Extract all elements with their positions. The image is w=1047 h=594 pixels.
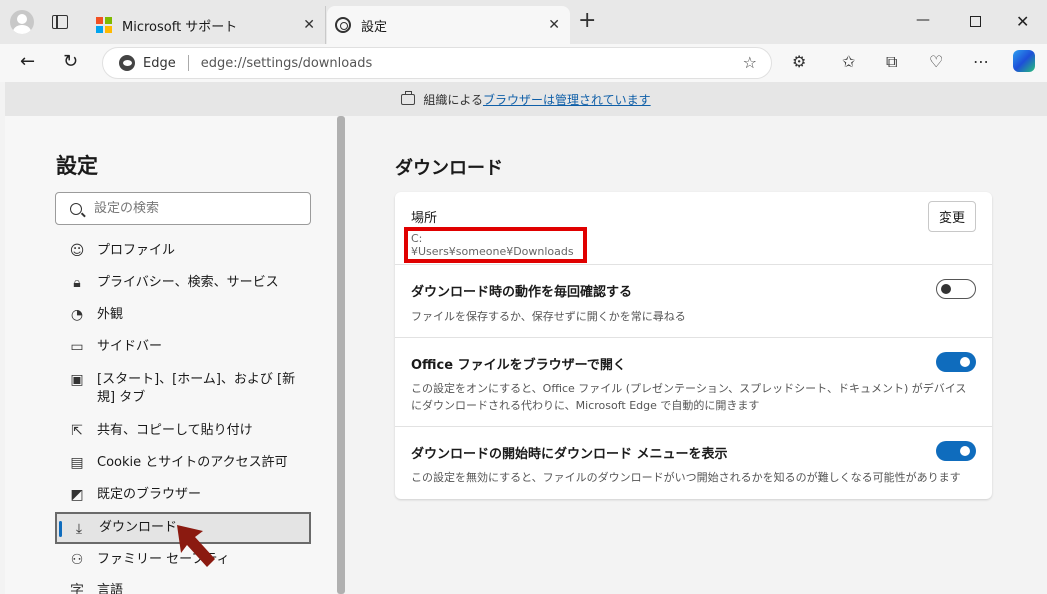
tab-bar: Microsoft サポート ✕ 設定 ✕ + — ✕: [0, 0, 1047, 44]
sidebar-item-default-browser[interactable]: ◩ 既定のブラウザー: [55, 486, 311, 504]
settings-main: ダウンロード 場所 C:¥Users¥someone¥Downloads 変更 …: [345, 116, 1047, 594]
sidebar-item-label: 共有、コピーして貼り付け: [97, 423, 253, 438]
sidebar-item-share-copy-paste[interactable]: ⇱ 共有、コピーして貼り付け: [55, 422, 311, 440]
minimize-button[interactable]: —: [916, 12, 930, 28]
navigation-toolbar: ← ↻ Edge edge://settings/downloads ☆ ⚙ ✩…: [0, 44, 1047, 82]
microsoft-logo-icon: [96, 17, 112, 33]
maximize-button[interactable]: [970, 16, 981, 27]
sidebar-item-appearance[interactable]: ◔ 外観: [55, 306, 311, 324]
pointer-arrow-icon: [177, 525, 215, 567]
palette-icon: ◔: [70, 307, 84, 323]
window-close-button[interactable]: ✕: [1016, 12, 1029, 31]
download-icon: ⤓: [75, 520, 83, 537]
profile-avatar[interactable]: [10, 10, 34, 34]
show-downloads-menu-toggle[interactable]: [936, 441, 976, 461]
open-office-files-toggle[interactable]: [936, 352, 976, 372]
location-row: 場所 C:¥Users¥someone¥Downloads 変更: [395, 192, 992, 265]
ask-each-time-toggle[interactable]: [936, 279, 976, 299]
home-tab-icon: ▣: [70, 372, 84, 388]
search-icon: [70, 202, 82, 215]
lock-icon: 🔒︎: [73, 275, 81, 291]
extensions-icon[interactable]: ⚙: [792, 52, 806, 71]
sidebar-item-label: [スタート]、[ホーム]、および [新規] タブ: [97, 372, 296, 405]
sidebar-item-label: Cookie とサイトのアクセス許可: [97, 455, 288, 470]
sidebar-icon: ▭: [70, 339, 84, 355]
banner-text: 組織による: [423, 92, 483, 107]
sidebar-scrollbar[interactable]: [337, 116, 345, 594]
back-button[interactable]: ←: [20, 50, 35, 74]
settings-search[interactable]: [55, 192, 311, 225]
family-icon: ⚇: [70, 552, 84, 568]
close-tab-icon[interactable]: ✕: [548, 17, 560, 33]
setting-description: この設定を無効にすると、ファイルのダウンロードがいつ開始されるかを知るのが難しく…: [411, 471, 961, 484]
profile-icon: ☺: [69, 243, 85, 259]
collections-icon[interactable]: ⧉: [886, 52, 897, 72]
browser-essentials-icon[interactable]: ♡: [929, 52, 943, 71]
cookie-icon: ▤: [70, 455, 84, 471]
sidebar-item-label: 外観: [97, 307, 124, 322]
download-path-highlight: C:¥Users¥someone¥Downloads: [404, 227, 587, 263]
settings-sidebar: 設定 ☺ プロファイル 🔒︎ プライバシー、検索、サービス ◔ 外観 ▭ サイド…: [5, 116, 337, 594]
location-label: 場所: [411, 211, 438, 226]
setting-label: Office ファイルをブラウザーで開く: [411, 358, 626, 373]
sidebar-item-profile[interactable]: ☺ プロファイル: [55, 242, 311, 260]
downloads-settings-card: 場所 C:¥Users¥someone¥Downloads 変更 ダウンロード時…: [395, 192, 992, 499]
sidebar-item-label: 言語: [97, 583, 124, 594]
setting-row-show-downloads-menu: ダウンロードの開始時にダウンロード メニューを表示 この設定を無効にすると、ファ…: [395, 427, 992, 499]
favorites-icon[interactable]: ✩: [842, 52, 855, 71]
managed-link[interactable]: ブラウザーは管理されています: [483, 91, 651, 108]
managed-banner: 組織による ブラウザーは管理されています: [5, 82, 1047, 116]
search-input[interactable]: [94, 201, 294, 216]
copilot-icon[interactable]: [1013, 50, 1035, 72]
more-menu-icon[interactable]: ⋯: [973, 52, 989, 71]
address-separator: [187, 55, 189, 71]
setting-label: ダウンロードの開始時にダウンロード メニューを表示: [411, 447, 728, 462]
tab-settings[interactable]: 設定 ✕: [327, 6, 570, 44]
gear-icon: [335, 17, 351, 33]
sidebar-item-sidebar[interactable]: ▭ サイドバー: [55, 338, 311, 356]
edge-logo-icon: [119, 55, 135, 71]
share-icon: ⇱: [71, 423, 83, 439]
tab-title: 設定: [361, 19, 388, 35]
address-bar[interactable]: Edge edge://settings/downloads ☆: [102, 47, 772, 79]
tab-title: Microsoft サポート: [122, 19, 238, 35]
tab-actions-icon[interactable]: [52, 15, 68, 29]
close-tab-icon[interactable]: ✕: [303, 17, 315, 33]
language-icon: 字: [70, 583, 84, 594]
sidebar-item-label: プライバシー、検索、サービス: [97, 275, 279, 290]
setting-row-ask-each-time: ダウンロード時の動作を毎回確認する ファイルを保存するか、保存せずに開くかを常に…: [395, 265, 992, 338]
sidebar-item-cookies[interactable]: ▤ Cookie とサイトのアクセス許可: [55, 454, 311, 472]
setting-description: ファイルを保存するか、保存せずに開くかを常に尋ねる: [411, 310, 686, 323]
new-tab-button[interactable]: +: [578, 10, 596, 32]
favorite-star-icon[interactable]: ☆: [743, 53, 757, 72]
browser-icon: ◩: [70, 487, 84, 503]
page-title: ダウンロード: [395, 158, 503, 179]
sidebar-item-label: ダウンロード: [99, 520, 178, 535]
sidebar-item-label: サイドバー: [97, 339, 163, 354]
sidebar-item-start-home-newtab[interactable]: ▣ [スタート]、[ホーム]、および [新規] タブ: [55, 371, 311, 407]
sidebar-item-privacy[interactable]: 🔒︎ プライバシー、検索、サービス: [55, 274, 311, 292]
settings-title: 設定: [56, 154, 98, 178]
setting-description: この設定をオンにすると、Office ファイル (プレゼンテーション、スプレッド…: [411, 382, 967, 412]
setting-row-open-office-files: Office ファイルをブラウザーで開く この設定をオンにすると、Office …: [395, 338, 992, 427]
refresh-button[interactable]: ↻: [63, 50, 78, 74]
address-url[interactable]: edge://settings/downloads: [201, 56, 373, 71]
change-location-button[interactable]: 変更: [928, 201, 976, 232]
briefcase-icon: [401, 90, 416, 105]
sidebar-item-languages[interactable]: 字 言語: [55, 582, 311, 594]
setting-label: ダウンロード時の動作を毎回確認する: [411, 285, 633, 300]
address-site-label: Edge: [143, 55, 176, 71]
download-path: C:¥Users¥someone¥Downloads: [411, 232, 574, 258]
tab-microsoft-support[interactable]: Microsoft サポート ✕: [86, 6, 326, 44]
sidebar-item-label: プロファイル: [97, 243, 176, 258]
sidebar-item-label: 既定のブラウザー: [97, 487, 202, 502]
